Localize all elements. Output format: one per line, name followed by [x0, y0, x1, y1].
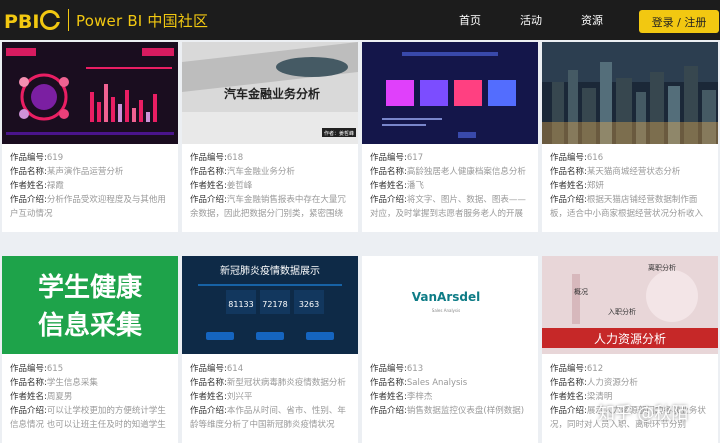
work-id-row: 作品编号:613	[370, 364, 424, 374]
tag-onboarding: 入职分析	[608, 307, 636, 316]
work-id-row: 作品编号:617	[370, 153, 424, 163]
card-thumbnail[interactable]	[2, 42, 178, 144]
death-count: 3263	[299, 300, 319, 309]
author-row: 作者姓名:姜哲峰	[190, 181, 253, 191]
thumbnail-author: 作者：姜哲峰	[324, 130, 354, 137]
card-info: 作品编号:613 作品名称:Sales Analysis 作者姓名:李梓杰 作品…	[370, 362, 534, 432]
work-id-row: 作品编号:619	[10, 153, 64, 163]
work-name-row: 作品名称:学生信息采集	[10, 378, 98, 388]
pbic-logo-icon: PBI	[4, 10, 60, 33]
author-row: 作者姓名:周夏男	[10, 392, 73, 402]
author-row: 作者姓名:郑妍	[550, 181, 604, 191]
health-dashboard-thumbnail-icon	[362, 42, 538, 144]
site-logo[interactable]: PBI Power BI 中国社区	[4, 7, 208, 33]
dashboard-thumbnail-icon	[2, 42, 178, 144]
card-thumbnail[interactable]: 离职分析 概况 入职分析 人力资源分析	[542, 256, 718, 354]
work-card-616[interactable]: 作品编号:616 作品名称:某天猫商城经营状态分析 作者姓名:郑妍 作品介绍:根…	[542, 42, 718, 232]
hr-analysis-thumbnail-icon: 离职分析 概况 入职分析 人力资源分析	[542, 256, 718, 354]
thumbnail-title: 汽车金融业务分析	[224, 86, 320, 101]
nav-resources[interactable]: 资源	[581, 12, 603, 28]
description-row: 作品介绍:可以让学校更加的方便统计学生信息情况 也可以让班主任及时的知道学生	[10, 406, 166, 430]
thumbnail-brand: VanArsdel	[412, 290, 480, 304]
work-name-row: 作品名称:高龄独居老人健康档案信息分析	[370, 167, 526, 177]
login-register-button[interactable]: 登录 / 注册	[639, 10, 719, 33]
thumbnail-title: 人力资源分析	[594, 332, 666, 346]
logo-divider	[68, 9, 69, 31]
car-thumbnail-icon: 汽车金融业务分析 作者：姜哲峰	[182, 42, 358, 144]
card-thumbnail[interactable]	[542, 42, 718, 144]
work-card-619[interactable]: 作品编号:619 作品名称:某声演作品运营分析 作者姓名:禄霞 作品介绍:分析作…	[2, 42, 178, 232]
card-thumbnail[interactable]	[362, 42, 538, 144]
description-row: 作品介绍:分析作品受欢迎程度及与其他用户互动情况	[10, 195, 166, 219]
work-card-613[interactable]: VanArsdel Sales Analysis 作品编号:613 作品名称:S…	[362, 256, 538, 443]
top-navbar: PBI Power BI 中国社区 首页 活动 资源 登录 / 注册	[0, 0, 720, 40]
work-name-row: 作品名称:某天猫商城经营状态分析	[550, 167, 681, 177]
tag-overview: 概况	[574, 287, 588, 296]
author-row: 作者姓名:刘兴平	[190, 392, 253, 402]
work-id-row: 作品编号:615	[10, 364, 64, 374]
thumbnail-title: 新冠肺炎疫情数据展示	[220, 264, 320, 277]
work-name-row: 作品名称:新型冠状病毒肺炎疫情数据分析	[190, 378, 346, 388]
author-row: 作者姓名:潘飞	[370, 181, 424, 191]
covid-dashboard-thumbnail-icon: 新冠肺炎疫情数据展示 81133 72178 3263	[182, 256, 358, 354]
vanarsdel-thumbnail-icon: VanArsdel Sales Analysis	[362, 256, 538, 354]
logo-text: Power BI 中国社区	[76, 11, 209, 30]
description-row: 作品介绍:本作品从时间、省市、性别、年龄等维度分析了中国新冠肺炎疫情状况	[190, 406, 346, 430]
work-name-row: 作品名称:某声演作品运营分析	[10, 167, 124, 177]
card-info: 作品编号:615 作品名称:学生信息采集 作者姓名:周夏男 作品介绍:可以让学校…	[10, 362, 174, 432]
student-health-thumbnail-icon: 学生健康 信息采集	[2, 256, 178, 354]
work-card-615[interactable]: 学生健康 信息采集 作品编号:615 作品名称:学生信息采集 作者姓名:周夏男 …	[2, 256, 178, 443]
work-id-row: 作品编号:618	[190, 153, 244, 163]
work-id-row: 作品编号:614	[190, 364, 244, 374]
author-row: 作者姓名:李梓杰	[370, 392, 433, 402]
zhihu-watermark: 知乎 @秋陌	[598, 404, 689, 424]
description-row: 作品介绍:汽车金融销售报表中存在大量冗余数据，因此把数据分门别类，紧密围绕	[190, 195, 346, 219]
card-info: 作品编号:617 作品名称:高龄独居老人健康档案信息分析 作者姓名:潘飞 作品介…	[370, 151, 534, 221]
author-row: 作者姓名:禄霞	[10, 181, 64, 191]
work-id-row: 作品编号:612	[550, 364, 604, 374]
recovered-count: 72178	[262, 300, 287, 309]
nav-home[interactable]: 首页	[459, 12, 481, 28]
description-row: 作品介绍:销售数据监控仪表盘(样例数据)	[370, 406, 525, 416]
tag-resignation: 离职分析	[648, 263, 676, 272]
card-info: 作品编号:616 作品名称:某天猫商城经营状态分析 作者姓名:郑妍 作品介绍:根…	[550, 151, 714, 221]
card-info: 作品编号:614 作品名称:新型冠状病毒肺炎疫情数据分析 作者姓名:刘兴平 作品…	[190, 362, 354, 432]
description-row: 作品介绍:根据天猫店铺经营数据制作面板，适合中小商家根据经营状况分析收入	[550, 195, 704, 219]
work-id-row: 作品编号:616	[550, 153, 604, 163]
nav-events[interactable]: 活动	[520, 12, 542, 28]
work-card-618[interactable]: 汽车金融业务分析 作者：姜哲峰 作品编号:618 作品名称:汽车金融业务分析 作…	[182, 42, 358, 232]
card-thumbnail[interactable]: 汽车金融业务分析 作者：姜哲峰	[182, 42, 358, 144]
city-night-thumbnail-icon	[542, 42, 718, 144]
thumbnail-title-line1: 学生健康	[38, 272, 143, 303]
confirmed-count: 81133	[228, 300, 253, 309]
svg-text:PBI: PBI	[4, 11, 39, 33]
work-name-row: 作品名称:Sales Analysis	[370, 378, 468, 388]
card-thumbnail[interactable]: 学生健康 信息采集	[2, 256, 178, 354]
card-thumbnail[interactable]: VanArsdel Sales Analysis	[362, 256, 538, 354]
card-info: 作品编号:618 作品名称:汽车金融业务分析 作者姓名:姜哲峰 作品介绍:汽车金…	[190, 151, 354, 221]
work-name-row: 作品名称:汽车金融业务分析	[190, 167, 295, 177]
work-card-617[interactable]: 作品编号:617 作品名称:高龄独居老人健康档案信息分析 作者姓名:潘飞 作品介…	[362, 42, 538, 232]
work-name-row: 作品名称:人力资源分析	[550, 378, 638, 388]
thumbnail-title-line2: 信息采集	[38, 310, 143, 341]
card-info: 作品编号:619 作品名称:某声演作品运营分析 作者姓名:禄霞 作品介绍:分析作…	[10, 151, 174, 221]
work-card-614[interactable]: 新冠肺炎疫情数据展示 81133 72178 3263 作品编号:614 作品名…	[182, 256, 358, 443]
card-thumbnail[interactable]: 新冠肺炎疫情数据展示 81133 72178 3263	[182, 256, 358, 354]
thumbnail-subtitle: Sales Analysis	[432, 308, 460, 313]
description-row: 作品介绍:将文字、图片、数据、图表——对应，及时掌握到志愿者服务老人的开展	[370, 195, 526, 219]
